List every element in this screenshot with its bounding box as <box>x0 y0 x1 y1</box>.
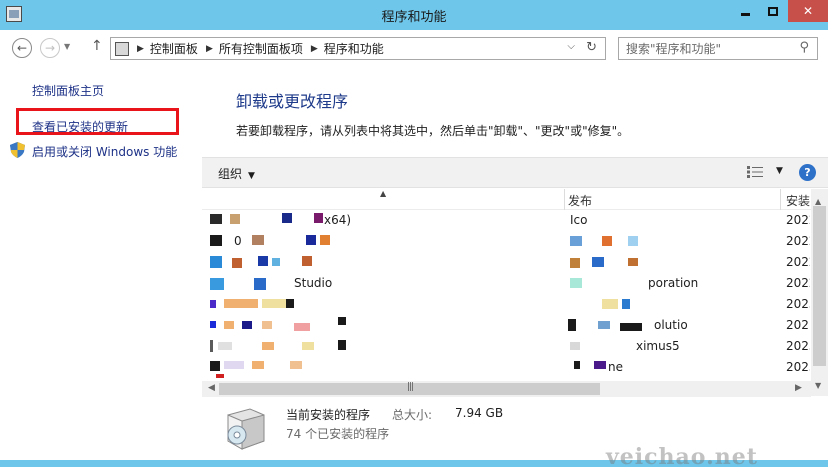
program-publisher: ne <box>608 360 623 374</box>
title-bar: 程序和功能 ✕ <box>0 0 828 30</box>
chevron-down-icon: ▼ <box>248 171 255 181</box>
forward-button[interactable]: → <box>40 38 60 58</box>
details-program-count: 74 个已安装的程序 <box>286 427 390 441</box>
organize-button[interactable]: 组织 ▼ <box>218 165 255 182</box>
shield-icon <box>10 142 25 158</box>
search-icon[interactable]: ⚲ <box>799 40 809 55</box>
details-size-label: 总大小: <box>392 408 433 422</box>
program-name: Studio <box>294 276 333 290</box>
sidebar-item-windows-features[interactable]: 启用或关闭 Windows 功能 <box>32 143 177 160</box>
program-install-date: 2021 <box>786 318 810 332</box>
horizontal-scrollbar[interactable]: ◀ ||| ▶ <box>202 381 811 397</box>
program-name: 0 <box>234 234 242 248</box>
column-header-installed-on[interactable]: 安装 <box>786 192 810 209</box>
table-row[interactable]: x64) Ico 2022 <box>202 210 810 231</box>
program-install-date: 2023 <box>786 297 810 311</box>
navigation-bar: ← → ▼ ↑ ▶ 控制面板 ▶ 所有控制面板项 ▶ 程序和功能 ⌵ ↻ 搜索"… <box>0 30 828 66</box>
program-publisher: ximus5 <box>636 339 680 353</box>
details-title: 当前安装的程序 <box>286 408 371 422</box>
minimize-button[interactable] <box>732 0 758 22</box>
sort-ascending-icon: ▲ <box>380 189 387 198</box>
minimize-icon <box>740 12 750 16</box>
installed-programs-icon <box>227 408 265 450</box>
control-panel-icon <box>115 41 129 56</box>
program-install-date: 2022 <box>786 234 810 248</box>
table-row[interactable]: ne 2023 <box>202 357 810 378</box>
search-input[interactable]: 搜索"程序和功能" ⚲ <box>618 37 818 60</box>
scroll-down-icon[interactable]: ▼ <box>815 381 821 390</box>
table-row[interactable]: 2022 <box>202 252 810 273</box>
page-title: 卸载或更改程序 <box>236 92 349 111</box>
program-install-date: 2023 <box>786 339 810 353</box>
program-install-date: 2022 <box>786 276 810 290</box>
program-install-date: 2023 <box>786 360 810 374</box>
breadcrumb-control-panel[interactable]: 控制面板 <box>150 40 198 57</box>
table-row[interactable]: olutio 2021 <box>202 315 810 336</box>
view-options-icon[interactable] <box>746 165 764 179</box>
sidebar-item-home[interactable]: 控制面板主页 <box>32 82 104 99</box>
recent-pages-dropdown-icon[interactable]: ▼ <box>64 42 70 51</box>
watermark: veichao.net <box>606 444 758 470</box>
program-install-date: 2022 <box>786 255 810 269</box>
breadcrumb-separator-icon[interactable]: ▶ <box>206 44 213 54</box>
table-row[interactable]: 0 2022 <box>202 231 810 252</box>
program-publisher: olutio <box>654 318 688 332</box>
column-header-publisher[interactable]: 发布 <box>568 192 592 209</box>
program-publisher: poration <box>648 276 699 290</box>
maximize-button[interactable] <box>760 0 786 22</box>
maximize-icon <box>768 6 778 16</box>
table-row[interactable]: ximus5 2023 <box>202 336 810 357</box>
chevron-down-icon[interactable]: ⌵ <box>567 41 575 52</box>
breadcrumb-all-items[interactable]: 所有控制面板项 <box>219 40 303 57</box>
scroll-right-icon[interactable]: ▶ <box>795 383 802 393</box>
up-button[interactable]: ↑ <box>91 38 103 54</box>
refresh-icon[interactable]: ↻ <box>586 40 597 55</box>
command-toolbar: 组织 ▼ ▼ ? <box>202 157 828 188</box>
column-divider[interactable] <box>564 189 565 210</box>
search-placeholder: 搜索"程序和功能" <box>626 42 722 56</box>
sidebar-item-view-updates[interactable]: 查看已安装的更新 <box>32 118 128 135</box>
breadcrumb-programs[interactable]: 程序和功能 <box>324 40 384 57</box>
table-row[interactable]: Studio poration 2022 <box>202 273 810 294</box>
close-button[interactable]: ✕ <box>788 0 828 22</box>
program-install-date: 2022 <box>786 213 810 227</box>
sidebar: 控制面板主页 查看已安装的更新 启用或关闭 Windows 功能 <box>0 66 202 460</box>
scroll-up-icon[interactable]: ▲ <box>815 197 821 206</box>
details-size-value: 7.94 GB <box>455 406 504 420</box>
vertical-scrollbar[interactable]: ▲ ▼ <box>811 189 828 396</box>
scrollbar-grip-icon: ||| <box>407 382 414 392</box>
window-title: 程序和功能 <box>381 10 447 25</box>
breadcrumb-separator-icon[interactable]: ▶ <box>137 44 144 54</box>
page-description: 若要卸载程序，请从列表中将其选中，然后单击"卸载"、"更改"或"修复"。 <box>236 124 630 138</box>
address-bar[interactable]: ▶ 控制面板 ▶ 所有控制面板项 ▶ 程序和功能 ⌵ ↻ <box>110 37 606 60</box>
program-name: x64) <box>324 213 352 227</box>
scroll-left-icon[interactable]: ◀ <box>208 383 215 393</box>
program-publisher: Ico <box>570 213 588 227</box>
program-list[interactable]: x64) Ico 2022 0 2022 2022 Studio poratio… <box>202 210 810 380</box>
help-icon[interactable]: ? <box>799 164 816 181</box>
list-header: ▲ 发布 安装 <box>202 189 828 210</box>
table-row[interactable]: 2023 <box>202 294 810 315</box>
column-divider[interactable] <box>780 189 781 210</box>
view-dropdown-icon[interactable]: ▼ <box>776 166 783 176</box>
back-button[interactable]: ← <box>12 38 32 58</box>
organize-label: 组织 <box>218 167 243 181</box>
breadcrumb-separator-icon[interactable]: ▶ <box>311 44 318 54</box>
scrollbar-thumb[interactable] <box>813 206 826 366</box>
